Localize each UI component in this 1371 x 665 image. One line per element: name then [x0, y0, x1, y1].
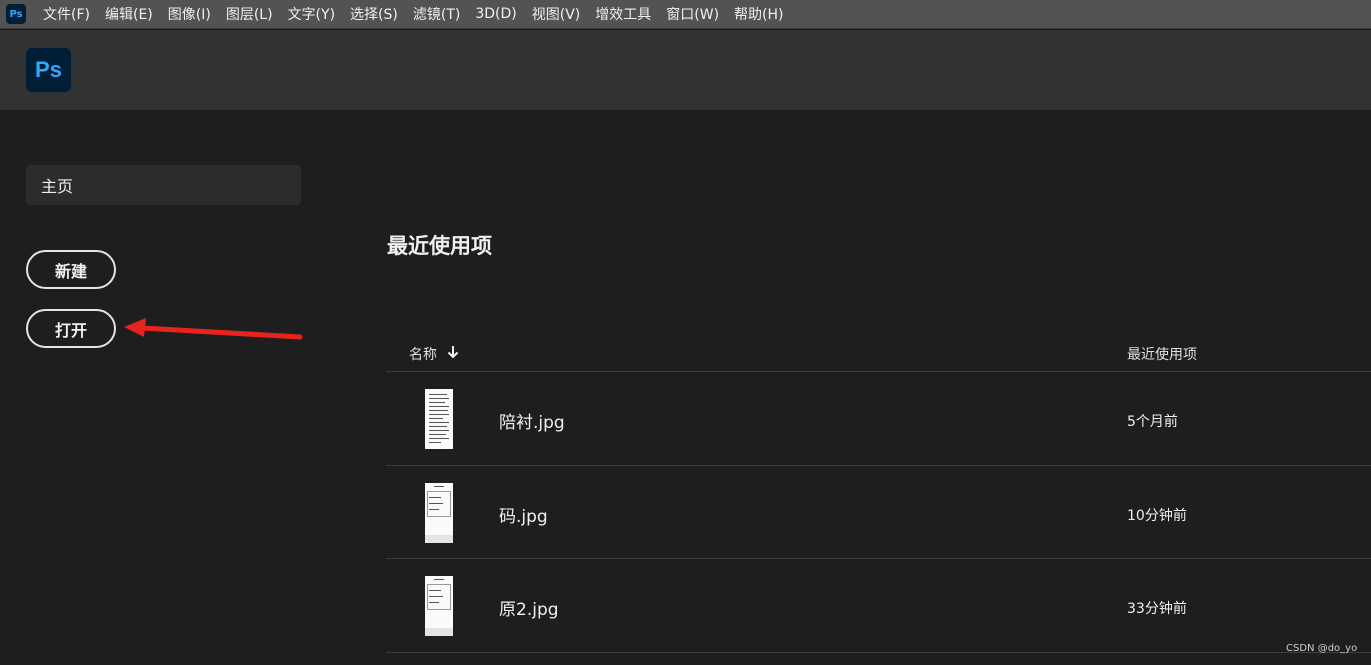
divider: [386, 652, 1371, 653]
menu-bar: Ps 文件(F) 编辑(E) 图像(I) 图层(L) 文字(Y) 选择(S) 滤…: [0, 0, 1371, 29]
file-name: 原2.jpg: [499, 600, 559, 620]
file-row[interactable]: 陪衬.jpg 5个月前: [386, 372, 1371, 465]
photoshop-logo: Ps: [26, 48, 71, 92]
file-name: 码.jpg: [499, 507, 548, 527]
menu-help[interactable]: 帮助(H): [734, 4, 783, 24]
column-header-recent[interactable]: 最近使用项: [1127, 344, 1197, 364]
menu-plugins[interactable]: 增效工具: [595, 4, 651, 24]
home-header: Ps: [0, 30, 1371, 110]
section-title: 最近使用项: [387, 234, 492, 258]
file-last-used: 10分钟前: [1127, 508, 1187, 524]
file-thumbnail: [425, 483, 453, 543]
file-row[interactable]: 码.jpg 10分钟前: [386, 466, 1371, 559]
menu-image[interactable]: 图像(I): [168, 4, 211, 24]
sidebar-item-label: 主页: [41, 177, 74, 196]
menu-filter[interactable]: 滤镜(T): [413, 4, 460, 24]
menu-edit[interactable]: 编辑(E): [105, 4, 153, 24]
file-thumbnail: [425, 389, 453, 449]
new-button[interactable]: 新建: [26, 250, 116, 289]
file-last-used: 5个月前: [1127, 414, 1178, 430]
menu-3d[interactable]: 3D(D): [475, 6, 516, 22]
open-button[interactable]: 打开: [26, 309, 116, 348]
file-name: 陪衬.jpg: [499, 413, 565, 433]
sidebar-item-home[interactable]: 主页: [26, 165, 301, 205]
menu-window[interactable]: 窗口(W): [666, 4, 719, 24]
menu-view[interactable]: 视图(V): [532, 4, 581, 24]
menu-select[interactable]: 选择(S): [350, 4, 398, 24]
file-row[interactable]: 原2.jpg 33分钟前: [386, 559, 1371, 652]
menu-type[interactable]: 文字(Y): [288, 4, 335, 24]
menu-file[interactable]: 文件(F): [43, 4, 90, 24]
red-arrow-icon: [124, 318, 303, 340]
photoshop-app-icon: Ps: [6, 4, 26, 24]
file-thumbnail: [425, 576, 453, 636]
watermark: CSDN @do_yo: [1286, 643, 1358, 654]
menu-layer[interactable]: 图层(L): [226, 4, 273, 24]
file-last-used: 33分钟前: [1127, 601, 1187, 617]
sort-down-arrow-icon[interactable]: [447, 345, 459, 359]
column-header-name[interactable]: 名称: [409, 344, 437, 364]
